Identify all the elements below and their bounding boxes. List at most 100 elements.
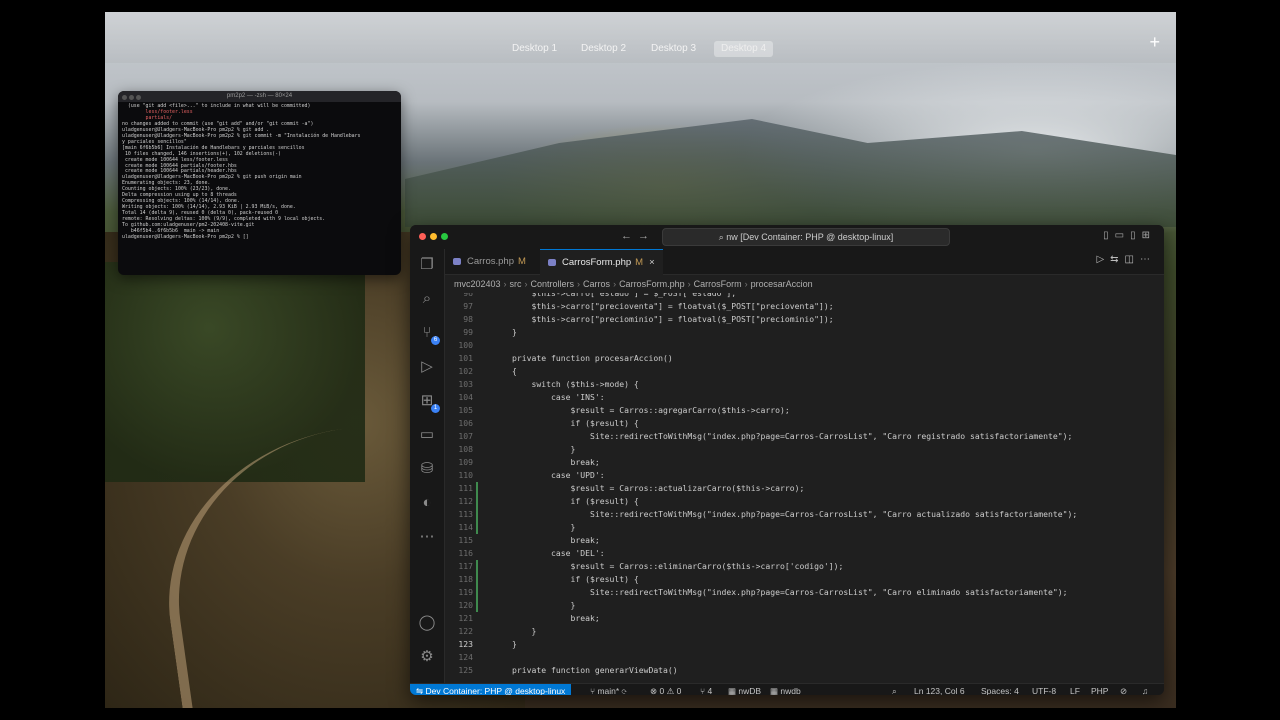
breadcrumb-separator: ›	[687, 279, 691, 289]
window-controls[interactable]	[122, 94, 143, 105]
compare-icon[interactable]: ⇆	[1110, 254, 1124, 265]
git-change-marker	[476, 508, 478, 521]
extensions-icon[interactable]: ⊞ 1	[417, 391, 440, 413]
line-number: 123	[458, 639, 473, 649]
code-text: $result = Carros::eliminarCarro($this->c…	[512, 561, 844, 571]
more-icon[interactable]: ⋯	[417, 527, 437, 547]
back-arrow-icon[interactable]: ←	[621, 230, 638, 242]
minimize-window-icon[interactable]	[430, 233, 437, 240]
ports-indicator[interactable]: ⑂ 4	[700, 684, 712, 695]
breadcrumb-item[interactable]: src	[510, 279, 522, 289]
terminal-output[interactable]: (use "git add <file>..." to include in w…	[118, 102, 401, 243]
desktop-1-button[interactable]: Desktop 1	[505, 41, 564, 57]
breadcrumb-item[interactable]: CarrosForm.php	[619, 279, 685, 289]
gear-icon[interactable]: ⚙	[417, 647, 437, 667]
line-number: 98	[463, 314, 473, 324]
modified-badge: M	[518, 256, 526, 267]
notifications-icon[interactable]: ♫	[1142, 684, 1148, 695]
code-line: 102 {	[445, 365, 1164, 378]
desktop-2-button[interactable]: Desktop 2	[574, 41, 633, 57]
desktop-4-button[interactable]: Desktop 4	[714, 41, 774, 57]
desktop-screen: Desktop 1 Desktop 2 Desktop 3 Desktop 4 …	[105, 12, 1176, 708]
close-window-icon[interactable]	[419, 233, 426, 240]
line-number: 116	[458, 548, 473, 558]
zoom-window-icon[interactable]	[441, 233, 448, 240]
database-icon: ▦	[770, 686, 781, 695]
nav-arrows[interactable]: ←→	[621, 230, 655, 242]
run-icon[interactable]: ▷	[1096, 254, 1110, 265]
split-editor-icon[interactable]: ◫	[1125, 254, 1140, 265]
breadcrumb-item[interactable]: mvc202403	[454, 279, 501, 289]
database-icon[interactable]: ⛁	[417, 459, 437, 479]
db-label-2: nwdb	[780, 686, 801, 695]
breadcrumb-item[interactable]: Controllers	[531, 279, 575, 289]
search-icon[interactable]: ⌕	[417, 289, 437, 309]
add-desktop-icon[interactable]: +	[1149, 32, 1160, 53]
desktop-3-button[interactable]: Desktop 3	[644, 41, 703, 57]
code-line: 109 break;	[445, 456, 1164, 469]
remote-indicator[interactable]: ⇋ Dev Container: PHP @ desktop-linux	[410, 684, 572, 695]
edge-devtools-icon[interactable]: ◐	[417, 493, 437, 513]
toggle-sidebar-icon[interactable]: ▯	[1103, 230, 1115, 241]
run-debug-icon[interactable]: ▷	[417, 357, 437, 377]
tab-carrosform-php[interactable]: CarrosForm.php M ×	[540, 249, 663, 275]
code-text: break;	[512, 457, 600, 467]
customize-layout-icon[interactable]: ⊞	[1142, 230, 1156, 241]
code-line: 115 break;	[445, 534, 1164, 547]
code-text: Site::redirectToWithMsg("index.php?page=…	[512, 431, 1073, 441]
terminal-titlebar: pm2p2 — -zsh — 80×24	[118, 91, 401, 102]
code-line: 96 $this->carro["estado"] = $_POST["esta…	[445, 293, 1164, 300]
layout-controls[interactable]: ▯▭▯⊞	[1103, 230, 1156, 241]
line-number: 104	[458, 392, 473, 402]
editor-tabs: Carros.php M CarrosForm.php M × ▷⇆◫⋯	[445, 249, 1164, 275]
terminal-window[interactable]: pm2p2 — -zsh — 80×24 (use "git add <file…	[118, 91, 401, 275]
toggle-panel-icon[interactable]: ▭	[1115, 230, 1130, 241]
language-mode[interactable]: PHP	[1091, 684, 1108, 695]
explorer-icon[interactable]: ❐	[417, 255, 437, 275]
branch-indicator[interactable]: ⑂ main* ⟳	[590, 684, 627, 695]
code-line: 111 $result = Carros::actualizarCarro($t…	[445, 482, 1164, 495]
source-control-icon[interactable]: ⑂ 6	[417, 323, 440, 345]
account-icon[interactable]: ◯	[417, 613, 437, 633]
breadcrumb-separator: ›	[524, 279, 528, 289]
breadcrumb-item[interactable]: Carros	[583, 279, 610, 289]
close-tab-icon[interactable]: ×	[649, 257, 655, 268]
line-number: 96	[463, 293, 473, 298]
more-actions-icon[interactable]: ⋯	[1140, 254, 1156, 265]
line-number: 103	[458, 379, 473, 389]
db-indicator-2[interactable]: ▦ nwdb	[770, 684, 801, 695]
tab-carros-php[interactable]: Carros.php M	[445, 249, 534, 274]
code-text: break;	[512, 535, 600, 545]
line-number: 125	[458, 665, 473, 675]
breadcrumb-item[interactable]: CarrosForm	[694, 279, 742, 289]
editor-actions[interactable]: ▷⇆◫⋯	[1096, 254, 1156, 265]
code-line: 118 if ($result) {	[445, 573, 1164, 586]
remote-explorer-icon[interactable]: ▭	[417, 425, 437, 445]
zoom-icon[interactable]: ⌕	[892, 684, 897, 695]
indentation[interactable]: Spaces: 4	[981, 684, 1019, 695]
code-line: 123}	[445, 638, 1164, 651]
sync-icon[interactable]: ⟳	[622, 686, 627, 695]
code-text: case 'UPD':	[512, 470, 605, 480]
breadcrumb-item[interactable]: procesarAccion	[751, 279, 813, 289]
tab-label: CarrosForm.php	[562, 257, 632, 268]
encoding[interactable]: UTF-8	[1032, 684, 1056, 695]
remote-label: Dev Container: PHP @ desktop-linux	[425, 686, 566, 695]
toggle-secondary-sidebar-icon[interactable]: ▯	[1130, 230, 1142, 241]
forward-arrow-icon[interactable]: →	[638, 230, 655, 242]
ports-count: 4	[707, 686, 713, 695]
code-line: 124	[445, 651, 1164, 664]
cursor-position[interactable]: Ln 123, Col 6	[914, 684, 965, 695]
command-center[interactable]: ⌕ nw [Dev Container: PHP @ desktop-linux…	[662, 228, 950, 246]
breadcrumb[interactable]: mvc202403 › src › Controllers › Carros › CarrosF…	[454, 277, 813, 291]
line-ending[interactable]: LF	[1070, 684, 1080, 695]
vscode-titlebar: ←→ ⌕ nw [Dev Container: PHP @ desktop-li…	[410, 225, 1164, 250]
modified-badge: M	[635, 257, 644, 268]
problems-indicator[interactable]: ⊗ 0 ⚠ 0	[650, 684, 681, 695]
vscode-window[interactable]: ←→ ⌕ nw [Dev Container: PHP @ desktop-li…	[410, 225, 1164, 695]
code-editor[interactable]: 96 $this->carro["estado"] = $_POST["esta…	[445, 293, 1164, 683]
php-file-icon	[548, 259, 556, 266]
copilot-icon[interactable]: ⊘	[1120, 684, 1127, 695]
db-indicator-1[interactable]: ▦ nwDB	[728, 684, 761, 695]
code-line: 101 private function procesarAccion()	[445, 352, 1164, 365]
